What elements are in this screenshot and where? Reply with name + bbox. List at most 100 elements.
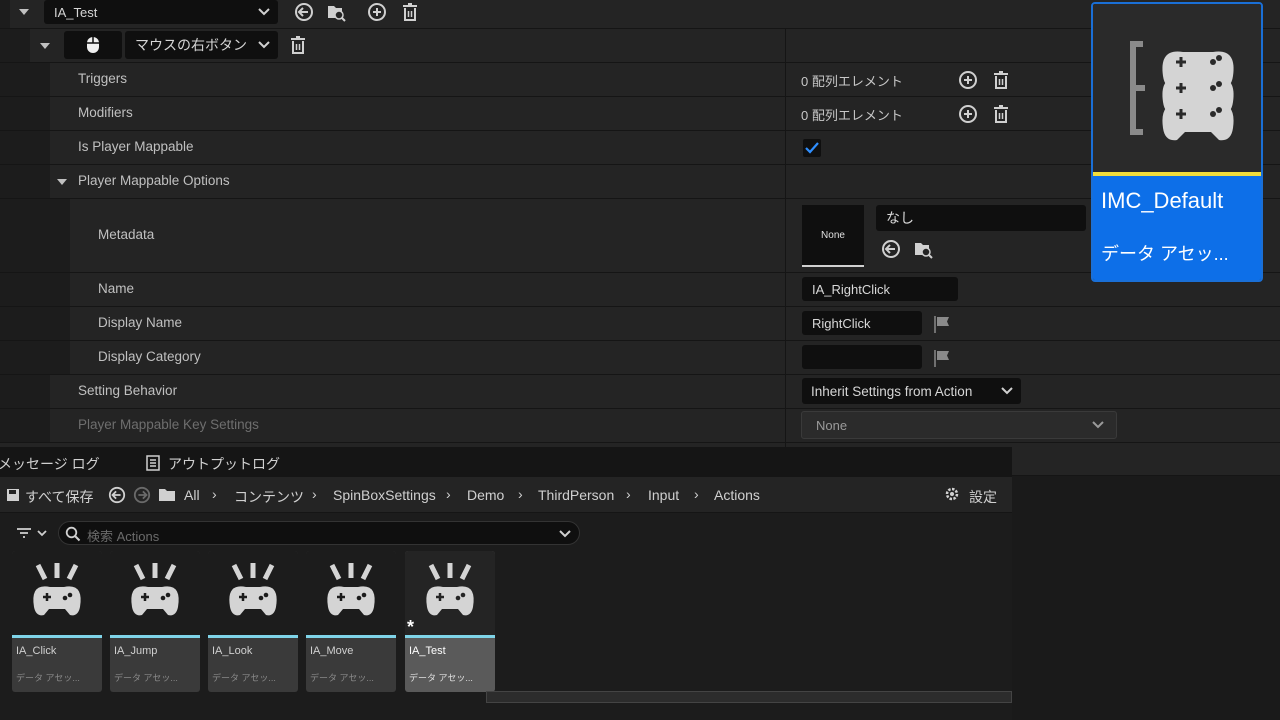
- imc-default-asset-tooltip: IMC_Default データ アセッ...: [1091, 2, 1263, 282]
- asset-type-color-band: [12, 635, 102, 638]
- collapse-arrow-icon[interactable]: [19, 9, 29, 15]
- display-name-value: RightClick: [812, 315, 871, 331]
- name-field[interactable]: IA_RightClick: [802, 277, 958, 301]
- save-all-button[interactable]: すべて保存: [25, 487, 93, 507]
- asset-tile-ia-test[interactable]: * IA_Test データ アセッ...: [405, 551, 495, 692]
- tab-output-log[interactable]: アウトプットログ: [168, 454, 280, 474]
- bottom-tab-bar: メッセージ ログ アウトプットログ: [0, 447, 1012, 477]
- input-action-icon: [12, 551, 102, 635]
- add-modifier-icon[interactable]: [958, 104, 978, 124]
- browse-asset-icon[interactable]: [326, 2, 346, 22]
- metadata-thumbnail-text: None: [821, 229, 845, 241]
- display-category-label: Display Category: [98, 349, 201, 364]
- delete-key-icon[interactable]: [288, 35, 308, 55]
- filter-icon[interactable]: [16, 527, 32, 539]
- asset-tile-ia-look[interactable]: IA_Look データ アセッ...: [208, 551, 298, 692]
- modifiers-label: Modifiers: [78, 105, 133, 120]
- history-forward-icon[interactable]: [133, 486, 151, 504]
- asset-type: データ アセッ...: [114, 673, 178, 683]
- metadata-label: Metadata: [98, 227, 155, 242]
- display-name-field[interactable]: RightClick: [802, 311, 922, 335]
- breadcrumb-separator-icon: ›: [518, 486, 523, 502]
- setting-behavior-value: Inherit Settings from Action: [811, 383, 973, 399]
- breadcrumb-content[interactable]: コンテンツ: [234, 487, 304, 507]
- search-placeholder: 検索 Actions: [87, 529, 160, 544]
- browse-asset-icon[interactable]: [913, 239, 933, 259]
- asset-tile-ia-move[interactable]: IA_Move データ アセッ...: [306, 551, 396, 692]
- content-browser: メッセージ ログ アウトプットログ すべて保存 All › コンテンツ › Sp…: [0, 447, 1012, 720]
- asset-name: IA_Test: [409, 645, 446, 657]
- asset-type: データ アセッ...: [16, 673, 80, 683]
- key-selector-value: マウスの右ボタン: [135, 37, 247, 53]
- gear-icon[interactable]: [944, 486, 960, 502]
- input-action-dropdown[interactable]: IA_Test: [44, 0, 278, 24]
- localization-flag-icon[interactable]: [932, 314, 952, 334]
- imc-thumbnail: [1093, 4, 1261, 172]
- is-player-mappable-row: Is Player Mappable: [0, 131, 1280, 165]
- clear-modifiers-icon[interactable]: [991, 104, 1011, 124]
- collapse-arrow-icon[interactable]: [57, 179, 67, 185]
- use-selected-icon[interactable]: [881, 239, 901, 259]
- mouse-icon: [87, 37, 99, 53]
- key-mapping-row: マウスの右ボタン: [0, 29, 1280, 63]
- breadcrumb-all[interactable]: All: [184, 487, 200, 503]
- input-action-value: IA_Test: [54, 4, 98, 20]
- horizontal-scrollbar[interactable]: [486, 691, 1012, 703]
- asset-tile-ia-jump[interactable]: IA_Jump データ アセッ...: [110, 551, 200, 692]
- tab-message-log[interactable]: メッセージ ログ: [0, 454, 100, 474]
- setting-behavior-row: Setting Behavior Inherit Settings from A…: [0, 375, 1280, 409]
- breadcrumb-demo[interactable]: Demo: [467, 487, 504, 503]
- use-selected-icon[interactable]: [294, 2, 314, 22]
- breadcrumb-spinboxsettings[interactable]: SpinBoxSettings: [333, 487, 436, 503]
- asset-tile-ia-click[interactable]: IA_Click データ アセッ...: [12, 551, 102, 692]
- display-category-row: Display Category: [0, 341, 1280, 375]
- player-mappable-options-label: Player Mappable Options: [78, 173, 230, 188]
- metadata-row: Metadata None なし: [0, 199, 1280, 273]
- setting-behavior-label: Setting Behavior: [78, 383, 178, 398]
- display-category-field[interactable]: [802, 345, 922, 369]
- setting-behavior-dropdown[interactable]: Inherit Settings from Action: [802, 378, 1021, 404]
- asset-type-color-band: [405, 635, 495, 638]
- asset-name: IA_Move: [310, 645, 354, 657]
- input-action-icon: *: [405, 551, 495, 637]
- chevron-down-icon[interactable]: [559, 530, 571, 538]
- empty-area: [1012, 476, 1280, 720]
- key-selector-dropdown[interactable]: マウスの右ボタン: [125, 31, 278, 59]
- delete-mapping-icon[interactable]: [400, 2, 420, 22]
- name-field-value: IA_RightClick: [812, 281, 891, 297]
- chevron-down-icon: [258, 41, 270, 49]
- asset-type: データ アセッ...: [310, 673, 374, 683]
- add-mapping-icon[interactable]: [367, 2, 387, 22]
- folder-icon[interactable]: [158, 488, 176, 502]
- display-name-row: Display Name RightClick: [0, 307, 1280, 341]
- asset-name: IA_Jump: [114, 645, 158, 657]
- asset-type-color-band: [306, 635, 396, 638]
- input-mapping-context-icon: [1130, 41, 1234, 141]
- add-trigger-icon[interactable]: [958, 70, 978, 90]
- player-mappable-options-row: Player Mappable Options: [0, 165, 1280, 199]
- asset-type-color-band: [208, 635, 298, 638]
- breadcrumb-thirdperson[interactable]: ThirdPerson: [538, 487, 614, 503]
- chevron-down-icon[interactable]: [37, 530, 47, 537]
- asset-name: IA_Look: [212, 645, 253, 657]
- search-input[interactable]: 検索 Actions: [58, 521, 580, 545]
- player-mappable-key-settings-label: Player Mappable Key Settings: [78, 417, 259, 432]
- display-name-label: Display Name: [98, 315, 183, 330]
- localization-flag-icon[interactable]: [932, 348, 952, 368]
- key-capture-button[interactable]: [64, 31, 122, 59]
- metadata-asset-value: なし: [886, 210, 914, 226]
- is-player-mappable-checkbox[interactable]: [803, 139, 821, 157]
- breadcrumb-actions[interactable]: Actions: [714, 487, 760, 503]
- settings-button[interactable]: 設定: [969, 487, 997, 507]
- player-mappable-key-settings-dropdown[interactable]: None: [801, 411, 1117, 439]
- breadcrumb-input[interactable]: Input: [648, 487, 679, 503]
- chevron-down-icon: [1001, 387, 1013, 395]
- clear-triggers-icon[interactable]: [991, 70, 1011, 90]
- history-back-icon[interactable]: [108, 486, 126, 504]
- metadata-thumbnail[interactable]: None: [802, 205, 864, 267]
- input-action-icon: [110, 551, 200, 635]
- save-all-icon: [7, 489, 19, 501]
- metadata-asset-picker[interactable]: なし: [876, 205, 1086, 231]
- collapse-arrow-icon[interactable]: [40, 43, 50, 49]
- player-mappable-key-settings-value: None: [816, 417, 848, 433]
